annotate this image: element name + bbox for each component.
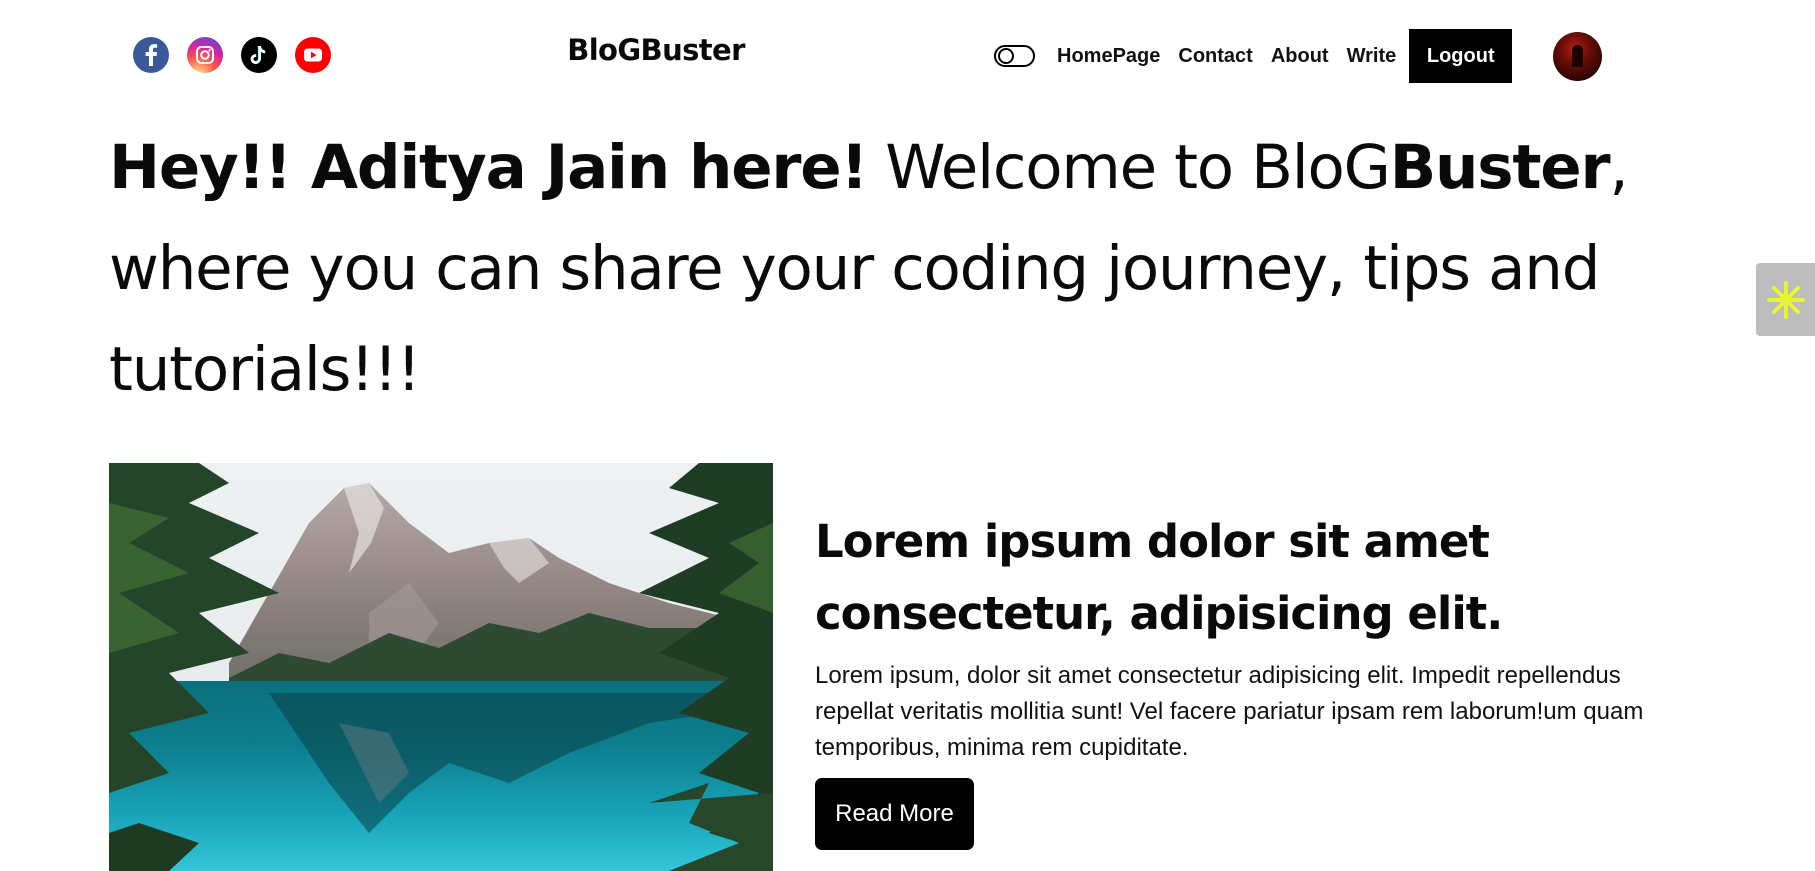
nav-menu: HomePage Contact About Write Logout	[994, 29, 1513, 83]
hero-greeting: Hey!! Aditya Jain here!	[109, 132, 868, 203]
hero-text-1: Welcome to BloG	[867, 132, 1391, 203]
site-brand[interactable]: BloGBuster	[545, 33, 767, 67]
nav-link-homepage[interactable]: HomePage	[1057, 45, 1160, 68]
toggle-icon[interactable]	[994, 45, 1035, 67]
user-avatar[interactable]	[1553, 32, 1602, 81]
youtube-icon[interactable]	[295, 37, 331, 73]
hero-heading: Hey!! Aditya Jain here! Welcome to BloGB…	[109, 117, 1669, 420]
side-widget[interactable]	[1756, 263, 1815, 336]
instagram-icon[interactable]	[187, 37, 223, 73]
logout-button[interactable]: Logout	[1409, 29, 1513, 83]
post-description: Lorem ipsum, dolor sit amet consectetur …	[815, 662, 1644, 761]
social-links	[133, 37, 331, 73]
post-image[interactable]	[109, 463, 773, 871]
hero-brand-bold: Buster	[1389, 132, 1611, 203]
tiktok-icon[interactable]	[241, 37, 277, 73]
facebook-icon[interactable]	[133, 37, 169, 73]
nav-link-contact[interactable]: Contact	[1178, 45, 1252, 68]
asterisk-icon	[1766, 280, 1805, 319]
read-more-button[interactable]: Read More	[815, 778, 974, 850]
mountain-lake-image	[109, 463, 773, 871]
nav-link-write[interactable]: Write	[1347, 45, 1397, 68]
post-title[interactable]: Lorem ipsum dolor sit amet consectetur, …	[815, 506, 1635, 650]
navbar: BloGBuster HomePage Contact About Write …	[0, 0, 1815, 110]
avatar-figure	[1572, 45, 1583, 67]
toggle-knob	[998, 48, 1014, 64]
nav-link-about[interactable]: About	[1271, 45, 1329, 68]
